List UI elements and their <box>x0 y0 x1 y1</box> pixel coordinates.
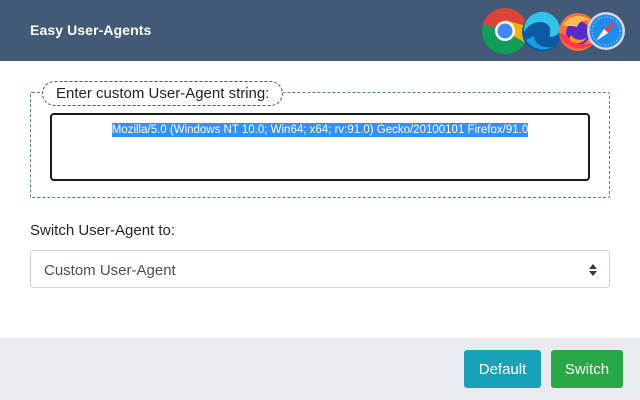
custom-ua-text[interactable]: Mozilla/5.0 (Windows NT 10.0; Win64; x64… <box>111 123 529 137</box>
custom-ua-legend: Enter custom User-Agent string: <box>42 81 284 106</box>
default-button[interactable]: Default <box>464 350 541 388</box>
browser-logos <box>480 6 625 56</box>
custom-ua-textarea[interactable]: Mozilla/5.0 (Windows NT 10.0; Win64; x64… <box>50 113 590 181</box>
app-title: Easy User-Agents <box>30 22 152 38</box>
ua-select[interactable]: Custom User-Agent <box>30 250 610 288</box>
switch-ua-label: Switch User-Agent to: <box>30 222 176 239</box>
switch-button[interactable]: Switch <box>551 350 623 388</box>
footer-bar <box>0 338 640 400</box>
safari-icon <box>587 12 625 50</box>
header-bar: Easy User-Agents <box>0 0 640 61</box>
ua-select-value: Custom User-Agent <box>44 262 176 279</box>
select-caret-icon <box>589 264 597 276</box>
